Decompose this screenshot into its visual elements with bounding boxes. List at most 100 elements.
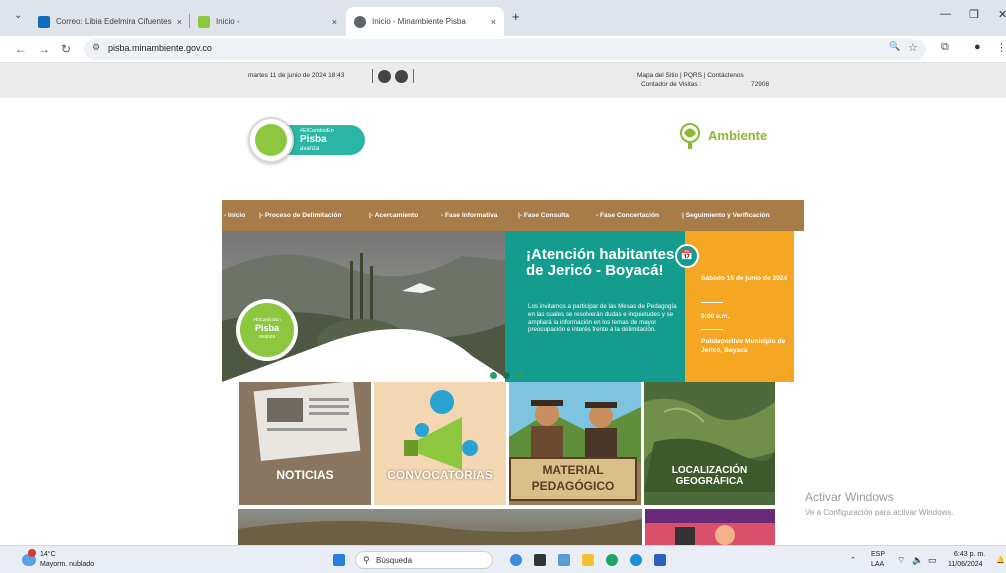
- screen: ⌄ Correo: Libia Edelmira Cifuentes × Ini…: [0, 0, 1006, 573]
- notifications-icon[interactable]: 🔔: [996, 556, 1005, 564]
- megaphone-image: [404, 390, 478, 470]
- bookmark-star-icon[interactable]: ☆: [908, 41, 918, 54]
- back-button[interactable]: ←: [15, 42, 27, 56]
- extensions-icon[interactable]: ⧉: [941, 41, 949, 54]
- visits-count: 72908: [751, 81, 770, 88]
- teams-icon[interactable]: [558, 554, 570, 566]
- keyboard-layout[interactable]: LAA: [871, 561, 884, 568]
- event-date: Sábado 15 de junio de 2024: [701, 275, 788, 282]
- url-text[interactable]: pisba.minambiente.gov.co: [108, 43, 212, 53]
- tab-correo[interactable]: Correo: Libia Edelmira Cifuentes ×: [30, 7, 190, 36]
- wifi-icon[interactable]: ⌔: [897, 555, 905, 566]
- divider: [701, 329, 723, 330]
- task-view-icon[interactable]: [534, 554, 546, 566]
- banner-logo-hashtag: #ElCambioEn: [253, 317, 281, 322]
- banner-orange-panel: [685, 231, 794, 382]
- tab-title: Inicio -: [216, 17, 240, 26]
- event-time: 9:00 a.m.: [701, 313, 730, 320]
- activation-watermark-text: Ve a Configuración para activar Windows.: [805, 508, 954, 517]
- event-place: Polideportivo Municipio de Jericó, Boyac…: [701, 338, 786, 354]
- tile-material[interactable]: MATERIAL PEDAGÓGICO: [509, 382, 641, 505]
- nav-acercamiento[interactable]: |- Acercamiento: [369, 212, 418, 219]
- nav-fase-informativa[interactable]: - Fase Informativa: [441, 212, 497, 219]
- forward-button[interactable]: →: [38, 42, 50, 56]
- tab-title: Correo: Libia Edelmira Cifuentes: [56, 17, 172, 26]
- tab-minambiente-pisba[interactable]: Inicio - Minambiente Pisba ×: [346, 7, 504, 36]
- close-window-button[interactable]: ✕: [998, 8, 1006, 21]
- language-code[interactable]: ESP: [871, 551, 885, 558]
- file-explorer-icon[interactable]: [582, 554, 594, 566]
- landscape-image: [238, 519, 642, 545]
- nav-proceso[interactable]: |- Proceso de Delimitación: [259, 212, 341, 219]
- newspaper-image: [253, 382, 361, 462]
- site-info-icon[interactable]: ⚙: [92, 42, 100, 53]
- weather-desc[interactable]: Mayorm. nublado: [40, 561, 94, 568]
- copilot-icon[interactable]: [510, 554, 522, 566]
- profile-icon[interactable]: ●: [974, 41, 981, 53]
- tile-noticias[interactable]: NOTICIAS: [239, 382, 371, 505]
- menu-icon[interactable]: ⋮: [996, 41, 1006, 54]
- banner-title: ¡Atención habitantes de Jericó - Boyacá!: [526, 246, 675, 279]
- tab-inicio[interactable]: Inicio - ×: [190, 7, 345, 36]
- nav-fase-consulta[interactable]: |- Fase Consulta: [518, 212, 569, 219]
- battery-icon[interactable]: ▭: [928, 555, 937, 566]
- tab-search-button[interactable]: ⌄: [14, 10, 22, 21]
- bottom-side-image[interactable]: [645, 509, 775, 545]
- tile-label: MATERIAL PEDAGÓGICO: [531, 463, 615, 493]
- clock-time[interactable]: 6:43 p. m.: [954, 551, 985, 558]
- social-icon[interactable]: [395, 70, 408, 83]
- tab-close-icon[interactable]: ×: [177, 17, 182, 27]
- edge-icon[interactable]: [630, 554, 642, 566]
- pisba-logo[interactable]: #ElCambioEn Pisba avanza: [248, 117, 365, 163]
- site-favicon-icon: [198, 15, 210, 28]
- tab-title: Inicio - Minambiente Pisba: [372, 17, 466, 26]
- divider: [372, 69, 373, 83]
- logo-emblem: [248, 117, 294, 163]
- logo-title: Pisba: [300, 134, 327, 145]
- nav-fase-concertacion[interactable]: - Fase Concertación: [596, 212, 659, 219]
- chrome-icon[interactable]: [606, 554, 618, 566]
- windows-start-icon[interactable]: [333, 554, 345, 566]
- web-page: martes 11 de junio de 2024 18:43 Mapa de…: [0, 63, 1006, 545]
- event-image: [645, 509, 775, 545]
- carousel-dot[interactable]: [517, 372, 524, 379]
- calendar-icon: 📅: [675, 244, 699, 268]
- bottom-banner-image[interactable]: [238, 509, 642, 545]
- tile-convocatorias[interactable]: CONVOCATORIAS: [374, 382, 506, 505]
- weather-temp[interactable]: 14°C: [40, 551, 56, 558]
- carousel-dot-active[interactable]: [503, 372, 510, 379]
- visits-label: Contador de Visitas :: [641, 81, 702, 88]
- youtube-icon[interactable]: [378, 70, 391, 83]
- tile-localizacion[interactable]: LOCALIZACIÓN GEOGRÁFICA: [644, 382, 775, 505]
- store-icon[interactable]: [654, 554, 666, 566]
- clock-date[interactable]: 11/06/2024: [948, 561, 983, 568]
- tab-close-icon[interactable]: ×: [332, 17, 337, 27]
- logo-subtitle: avanza: [300, 146, 320, 152]
- zoom-icon[interactable]: 🔍: [889, 41, 900, 52]
- current-date: martes 11 de junio de 2024 18:43: [248, 72, 345, 79]
- browser-tab-strip: ⌄ Correo: Libia Edelmira Cifuentes × Ini…: [0, 0, 1006, 36]
- search-icon: ⚲: [363, 555, 370, 565]
- divider: [701, 302, 723, 303]
- activation-watermark-title: Activar Windows: [805, 490, 894, 504]
- hero-banner[interactable]: #ElCambioEn Pisba avanza ¡Atención habit…: [222, 231, 794, 382]
- volume-icon[interactable]: 🔈: [912, 555, 923, 566]
- reload-button[interactable]: ↻: [61, 42, 71, 56]
- top-links[interactable]: Mapa del Sitio | PQRS | Contáctenos: [637, 72, 744, 79]
- tab-close-icon[interactable]: ×: [491, 17, 496, 27]
- nav-inicio[interactable]: - Inicio: [224, 212, 245, 219]
- banner-body: Los invitamos a participar de las Mesas …: [528, 303, 677, 334]
- tile-label: CONVOCATORIAS: [387, 468, 493, 482]
- outlook-icon: [38, 15, 50, 28]
- chevron-up-icon[interactable]: ⌃: [850, 556, 856, 564]
- nav-seguimiento[interactable]: | Seguimiento y Verificación: [682, 212, 770, 219]
- main-navigation: - Inicio |- Proceso de Delimitación |- A…: [222, 200, 804, 231]
- tile-label: LOCALIZACIÓN GEOGRÁFICA: [671, 465, 748, 487]
- tile-label: NOTICIAS: [276, 468, 334, 482]
- restore-button[interactable]: ❐: [969, 8, 979, 21]
- browser-toolbar: ← → ↻ ⚙ pisba.minambiente.gov.co 🔍 ☆ ⧉ ●…: [0, 36, 1006, 63]
- minimize-button[interactable]: —: [940, 8, 951, 20]
- carousel-dot[interactable]: [490, 372, 497, 379]
- new-tab-button[interactable]: +: [512, 9, 520, 24]
- banner-logo: #ElCambioEn Pisba avanza: [240, 303, 294, 357]
